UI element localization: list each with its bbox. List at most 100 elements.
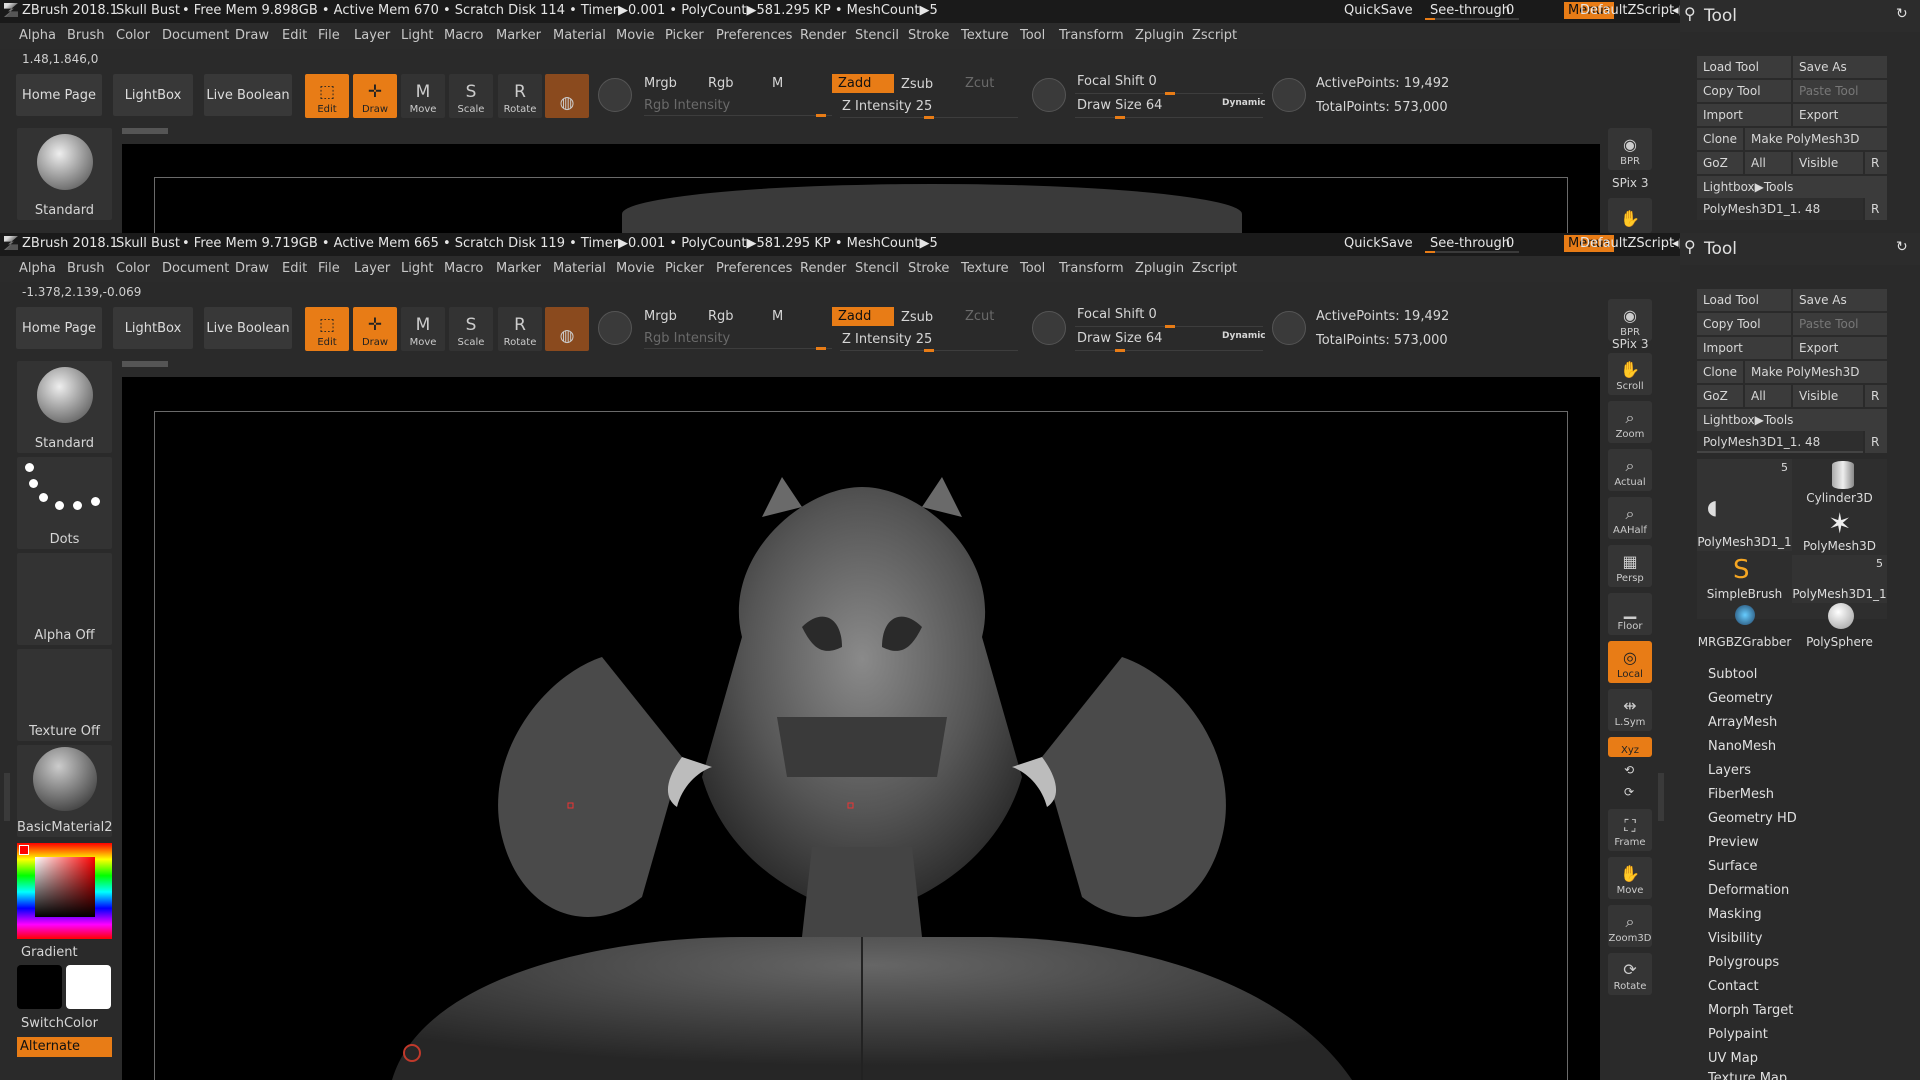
menu-material[interactable]: Material	[553, 261, 606, 276]
menu-brush[interactable]: Brush	[67, 28, 105, 43]
menu-macro[interactable]: Macro	[444, 261, 483, 276]
current-tool-r-button[interactable]: R	[1865, 198, 1887, 220]
brush-thumbnail[interactable]: Standard	[17, 361, 112, 453]
color-sphere-icon[interactable]	[598, 78, 632, 112]
menu-draw[interactable]: Draw	[235, 28, 269, 43]
zadd-button[interactable]: Zadd	[832, 307, 894, 326]
menu-layer[interactable]: Layer	[354, 261, 390, 276]
menu-brush[interactable]: Brush	[67, 261, 105, 276]
canvas-viewport[interactable]	[122, 144, 1600, 233]
canvas-viewport[interactable]	[122, 377, 1600, 1080]
copy-tool-button[interactable]: Copy Tool	[1697, 80, 1791, 102]
sculptris-s-icon[interactable]	[1032, 78, 1066, 112]
menu-light[interactable]: Light	[401, 261, 433, 276]
pin-icon[interactable]: ⚲	[1684, 4, 1696, 23]
menu-material[interactable]: Material	[553, 28, 606, 43]
make-polymesh3d-button[interactable]: Make PolyMesh3D	[1745, 128, 1887, 150]
menu-render[interactable]: Render	[800, 28, 846, 43]
bpr-button[interactable]: ◉ BPR	[1608, 128, 1652, 170]
move-button[interactable]: M Move	[401, 307, 445, 351]
section-geometry[interactable]: Geometry	[1708, 691, 1773, 706]
frame-button[interactable]: ⛶ Frame	[1608, 809, 1652, 851]
edit-button[interactable]: ⬚ Edit	[305, 74, 349, 118]
menu-zscript[interactable]: Zscript	[1192, 28, 1237, 43]
rgb-intensity-slider[interactable]	[644, 96, 832, 117]
tool-item-cylinder3d[interactable]: Cylinder3D	[1792, 459, 1887, 507]
tool-item-polymesh3d1-1[interactable]: 5 ◖ PolyMesh3D1_1	[1697, 459, 1792, 551]
main-color-swatch[interactable]	[19, 845, 29, 855]
m-button[interactable]: M	[772, 76, 783, 91]
menu-stencil[interactable]: Stencil	[855, 261, 899, 276]
save-as-button[interactable]: Save As	[1793, 56, 1887, 78]
rotate-axis-icon[interactable]: ⟲	[1624, 763, 1634, 777]
default-zscript[interactable]: DefaultZScript	[1580, 236, 1674, 251]
draw-button[interactable]: ✛ Draw	[353, 307, 397, 351]
local-button[interactable]: ◎ Local	[1608, 641, 1652, 683]
menu-movie[interactable]: Movie	[616, 261, 654, 276]
export-button[interactable]: Export	[1793, 337, 1887, 359]
current-tool-r-button[interactable]: R	[1865, 431, 1887, 453]
section-texture-map[interactable]: Texture Map	[1708, 1071, 1787, 1080]
zcut-button[interactable]: Zcut	[965, 309, 994, 324]
material-swatch[interactable]: ◍	[545, 74, 589, 118]
zadd-button[interactable]: Zadd	[832, 74, 894, 93]
rgb-button[interactable]: Rgb	[708, 309, 734, 324]
menu-preferences[interactable]: Preferences	[716, 261, 792, 276]
menu-marker[interactable]: Marker	[496, 28, 541, 43]
menu-file[interactable]: File	[318, 28, 340, 43]
menu-document[interactable]: Document	[162, 28, 229, 43]
color-sphere-icon[interactable]	[598, 311, 632, 345]
menu-stroke[interactable]: Stroke	[908, 261, 949, 276]
make-polymesh3d-button[interactable]: Make PolyMesh3D	[1745, 361, 1887, 383]
section-surface[interactable]: Surface	[1708, 859, 1758, 874]
move-button[interactable]: M Move	[401, 74, 445, 118]
section-contact[interactable]: Contact	[1708, 979, 1759, 994]
load-tool-button[interactable]: Load Tool	[1697, 56, 1791, 78]
menu-zplugin[interactable]: Zplugin	[1135, 28, 1184, 43]
section-preview[interactable]: Preview	[1708, 835, 1759, 850]
lightbox-tools-button[interactable]: Lightbox▶Tools	[1697, 409, 1887, 431]
see-through-slider[interactable]	[1425, 237, 1519, 253]
menu-draw[interactable]: Draw	[235, 261, 269, 276]
menu-picker[interactable]: Picker	[665, 261, 704, 276]
zcut-button[interactable]: Zcut	[965, 76, 994, 91]
tool-item-polymesh3d1-1-b[interactable]: 5 PolyMesh3D1_1	[1792, 555, 1887, 603]
live-boolean-button[interactable]: Live Boolean	[204, 307, 292, 349]
see-through-slider[interactable]	[1425, 4, 1519, 20]
mrgb-button[interactable]: Mrgb	[644, 309, 677, 324]
menu-zplugin[interactable]: Zplugin	[1135, 261, 1184, 276]
goz-visible-button[interactable]: Visible	[1793, 385, 1863, 407]
right-tray-collapse[interactable]	[1658, 773, 1664, 821]
menu-marker[interactable]: Marker	[496, 261, 541, 276]
menu-document[interactable]: Document	[162, 261, 229, 276]
actual-button[interactable]: ⌕ Actual	[1608, 449, 1652, 491]
lsym-button[interactable]: ⇹ L.Sym	[1608, 689, 1652, 731]
section-visibility[interactable]: Visibility	[1708, 931, 1762, 946]
lightbox-button[interactable]: LightBox	[113, 74, 193, 116]
rotate-axis-alt-icon[interactable]: ⟳	[1624, 785, 1634, 799]
menu-alpha[interactable]: Alpha	[19, 28, 56, 43]
live-boolean-button[interactable]: Live Boolean	[204, 74, 292, 116]
current-tool-slider[interactable]: PolyMesh3D1_1. 48	[1697, 198, 1863, 220]
menu-color[interactable]: Color	[116, 28, 150, 43]
import-button[interactable]: Import	[1697, 104, 1791, 126]
menu-movie[interactable]: Movie	[616, 28, 654, 43]
menu-macro[interactable]: Macro	[444, 28, 483, 43]
material-swatch[interactable]: ◍	[545, 307, 589, 351]
goz-r-button[interactable]: R	[1865, 152, 1887, 174]
section-nanomesh[interactable]: NanoMesh	[1708, 739, 1776, 754]
lightbox-button[interactable]: LightBox	[113, 307, 193, 349]
zsub-button[interactable]: Zsub	[901, 77, 933, 92]
spix-value[interactable]: SPix 3	[1612, 176, 1648, 190]
section-polypaint[interactable]: Polypaint	[1708, 1027, 1768, 1042]
texture-thumbnail[interactable]: Texture Off	[17, 649, 112, 741]
lightbox-tools-button[interactable]: Lightbox▶Tools	[1697, 176, 1887, 198]
canvas-scroll-indicator[interactable]	[122, 361, 168, 367]
gradient-label[interactable]: Gradient	[21, 945, 78, 960]
floor-button[interactable]: ▁ Floor	[1608, 593, 1652, 635]
tool-item-simplebrush[interactable]: S SimpleBrush	[1697, 555, 1792, 603]
section-subtool[interactable]: Subtool	[1708, 667, 1757, 682]
focal-shift-slider[interactable]	[1075, 74, 1263, 95]
tool-item-polysphere[interactable]: PolySphere	[1792, 603, 1887, 651]
left-tray-collapse[interactable]	[4, 773, 10, 821]
